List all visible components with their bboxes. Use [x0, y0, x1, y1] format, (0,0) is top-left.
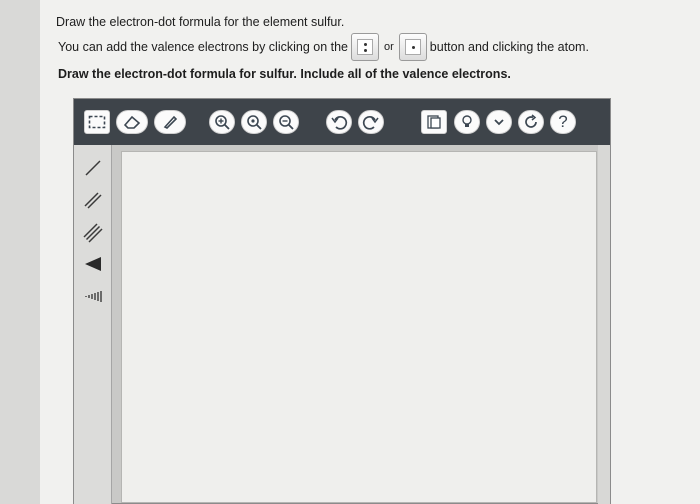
chevron-down-icon — [494, 119, 504, 126]
zoom-out-button[interactable] — [273, 110, 299, 134]
molecule-sketcher: ? — [73, 98, 611, 504]
more-button[interactable] — [486, 110, 512, 134]
refresh-icon — [525, 114, 537, 128]
lightbulb-icon — [462, 115, 472, 127]
reset-button[interactable] — [518, 110, 544, 134]
question-instruction: Draw the electron-dot formula for sulfur… — [58, 67, 511, 81]
redo-button[interactable] — [358, 110, 384, 134]
canvas-right-rail — [598, 145, 610, 504]
zoom-in-icon — [215, 115, 230, 130]
lone-pair-icon — [357, 39, 374, 55]
erase-tool-button[interactable] — [116, 110, 148, 134]
hint-text-before: You can add the valence electrons by cli… — [58, 40, 349, 54]
zoom-out-icon — [279, 115, 294, 130]
sketcher-toolbar: ? — [74, 99, 610, 145]
question-prompt: Draw the electron-dot formula for the el… — [56, 15, 345, 29]
triple-bond-button[interactable] — [80, 219, 106, 245]
tip-button[interactable] — [454, 110, 480, 134]
zoom-fit-button[interactable] — [241, 110, 267, 134]
wedge-bond-icon — [85, 257, 101, 271]
help-icon: ? — [558, 112, 568, 131]
redo-icon — [362, 115, 379, 130]
single-bond-icon — [85, 160, 101, 176]
lone-pair-button[interactable] — [351, 33, 380, 61]
drawing-canvas[interactable] — [121, 151, 597, 503]
zoom-in-button[interactable] — [209, 110, 235, 134]
templates-button[interactable] — [421, 110, 447, 134]
hint-text-after: button and clicking the atom. — [429, 40, 589, 54]
zoom-fit-icon — [247, 115, 262, 130]
eraser-icon — [123, 115, 141, 129]
page-margin — [0, 0, 44, 504]
undo-icon — [331, 115, 348, 130]
double-bond-icon — [84, 192, 102, 209]
help-button[interactable]: ? — [550, 110, 576, 134]
hash-bond-icon — [85, 291, 102, 302]
single-bond-button[interactable] — [80, 155, 106, 181]
pencil-tool-button[interactable] — [154, 110, 186, 134]
hint-text-or: or — [384, 41, 394, 53]
pencil-icon — [163, 115, 178, 129]
undo-button[interactable] — [326, 110, 352, 134]
radical-icon — [404, 39, 421, 55]
template-icon — [427, 115, 441, 129]
dashed-select-icon — [88, 115, 106, 129]
wedge-bond-button[interactable] — [80, 251, 106, 277]
double-bond-button[interactable] — [80, 187, 106, 213]
triple-bond-icon — [83, 223, 103, 243]
question-hint: You can add the valence electrons by cli… — [58, 30, 678, 64]
radical-button[interactable] — [398, 33, 427, 61]
hash-bond-button[interactable] — [80, 283, 106, 309]
bond-tools-panel — [74, 145, 112, 504]
select-tool-button[interactable] — [84, 110, 110, 134]
